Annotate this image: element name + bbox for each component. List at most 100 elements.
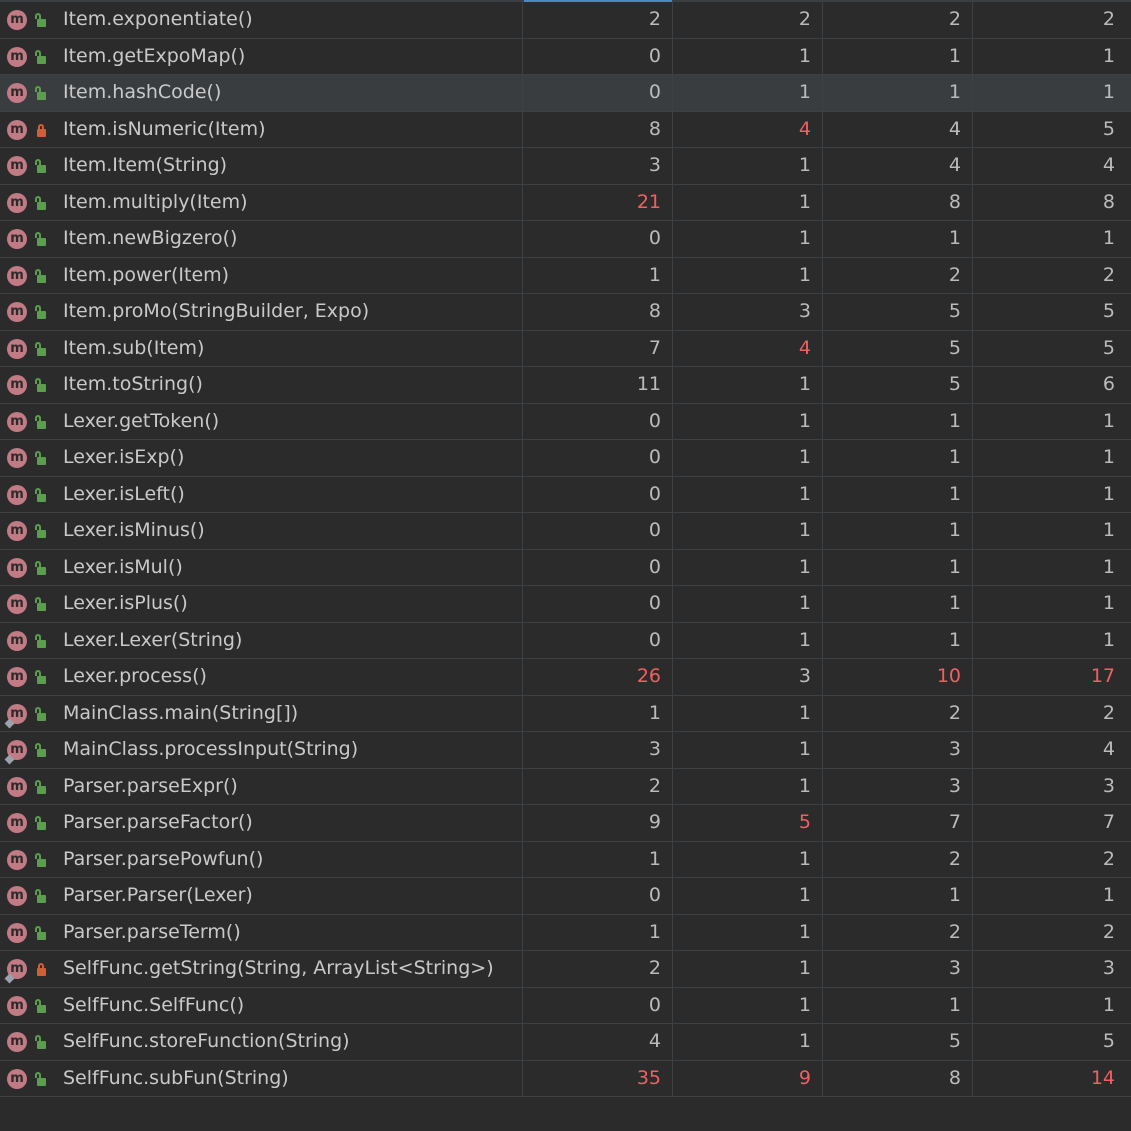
method-name-cell[interactable]: m Lexer.Lexer(String): [0, 622, 523, 658]
metric-value-3: 10: [823, 659, 973, 695]
method-name-cell[interactable]: m Lexer.process(): [0, 659, 523, 695]
method-icon: m: [7, 521, 27, 541]
method-icon: m: [7, 1068, 27, 1089]
method-name-cell[interactable]: m Item.isNumeric(Item): [0, 111, 523, 147]
method-name-cell[interactable]: m Item.hashCode(): [0, 75, 523, 111]
method-name-cell[interactable]: m Parser.parseTerm(): [0, 914, 523, 950]
table-row[interactable]: m Lexer.process() 26 3 10 17: [0, 659, 1131, 696]
metric-value-4: 4: [1102, 738, 1115, 760]
table-row[interactable]: m Item.getExpoMap() 0 1 1 1: [0, 38, 1131, 75]
metric-value-4: 1: [1102, 227, 1115, 249]
method-name-cell[interactable]: m SelfFunc.getString(String, ArrayList<S…: [0, 951, 523, 987]
metric-value-1: 4: [523, 1024, 673, 1060]
metric-value-2: 1: [673, 440, 823, 476]
table-row[interactable]: m Item.isNumeric(Item) 8 4 4 5: [0, 111, 1131, 148]
table-row[interactable]: m Parser.parseFactor() 9 5 7 7: [0, 805, 1131, 842]
metric-value-4: 8: [1102, 190, 1115, 213]
method-name-cell[interactable]: m Parser.parsePowfun(): [0, 841, 523, 877]
table-row[interactable]: m Lexer.isMinus() 0 1 1 1: [0, 513, 1131, 550]
method-name-cell[interactable]: m Parser.Parser(Lexer): [0, 878, 523, 914]
table-row[interactable]: m Lexer.Lexer(String) 0 1 1 1: [0, 622, 1131, 659]
table-row[interactable]: m Parser.Parser(Lexer) 0 1 1 1: [0, 878, 1131, 915]
method-name-cell[interactable]: m Lexer.isMinus(): [0, 513, 523, 549]
method-name-cell[interactable]: m SelfFunc.subFun(String): [0, 1060, 523, 1096]
table-row[interactable]: m MainClass.main(String[]) 1 1 2 2: [0, 695, 1131, 732]
metric-value-1: 2: [523, 768, 673, 804]
table-row[interactable]: m Item.toString() 11 1 5 6: [0, 367, 1131, 404]
metric-value-3: 1: [823, 403, 973, 439]
method-name-cell[interactable]: m MainClass.main(String[]): [0, 695, 523, 731]
table-row[interactable]: m Parser.parsePowfun() 1 1 2 2: [0, 841, 1131, 878]
metric-value-1: 2: [523, 2, 673, 38]
method-icon: m: [7, 776, 27, 797]
metric-value-2: 9: [673, 1060, 823, 1096]
table-row[interactable]: m Item.power(Item) 1 1 2 2: [0, 257, 1131, 294]
metric-value-3: 4: [823, 111, 973, 147]
table-row[interactable]: m SelfFunc.subFun(String) 35 9 8 14: [0, 1060, 1131, 1097]
table-row[interactable]: m MainClass.processInput(String) 3 1 3 4: [0, 732, 1131, 769]
method-name: Item.multiply(Item): [63, 190, 248, 213]
table-row[interactable]: m Item.sub(Item) 7 4 5 5: [0, 330, 1131, 367]
table-row[interactable]: m SelfFunc.storeFunction(String) 4 1 5 5: [0, 1024, 1131, 1061]
method-icon: m: [7, 886, 27, 906]
method-name: Lexer.getToken(): [63, 409, 220, 432]
method-name-cell[interactable]: m Item.sub(Item): [0, 330, 523, 366]
method-name-cell[interactable]: m Item.newBigzero(): [0, 221, 523, 257]
method-name-cell[interactable]: m MainClass.processInput(String): [0, 732, 523, 768]
table-row[interactable]: m Item.Item(String) 3 1 4 4: [0, 148, 1131, 185]
metric-value-3: 2: [823, 841, 973, 877]
method-name-cell[interactable]: m Item.getExpoMap(): [0, 38, 523, 74]
table-row[interactable]: m Item.exponentiate() 2 2 2 2: [0, 2, 1131, 39]
table-row[interactable]: m SelfFunc.getString(String, ArrayList<S…: [0, 951, 1131, 988]
metric-value-3: 1: [823, 38, 973, 74]
method-name-cell[interactable]: m Item.Item(String): [0, 148, 523, 184]
table-row[interactable]: m SelfFunc.SelfFunc() 0 1 1 1: [0, 987, 1131, 1024]
metric-value-3: 1: [823, 513, 973, 549]
method-icon: m: [7, 156, 27, 176]
table-row[interactable]: m Parser.parseTerm() 1 1 2 2: [0, 914, 1131, 951]
method-name-cell[interactable]: m Item.proMo(StringBuilder, Expo): [0, 294, 523, 330]
method-name-cell[interactable]: m Lexer.getToken(): [0, 403, 523, 439]
method-name-cell[interactable]: m Item.power(Item): [0, 257, 523, 293]
metric-value-3: 5: [823, 330, 973, 366]
method-name-cell[interactable]: m Lexer.isLeft(): [0, 476, 523, 512]
method-name-cell[interactable]: m Lexer.isExp(): [0, 440, 523, 476]
metric-value-4: 2: [1102, 263, 1115, 286]
method-name-cell[interactable]: m SelfFunc.storeFunction(String): [0, 1024, 523, 1060]
method-name-cell[interactable]: m Lexer.isPlus(): [0, 586, 523, 622]
metric-value-2: 4: [673, 330, 823, 366]
method-name-cell[interactable]: m Parser.parseExpr(): [0, 768, 523, 804]
unlocked-icon: [35, 706, 47, 722]
metric-value-3: 1: [823, 586, 973, 622]
table-row[interactable]: m Item.proMo(StringBuilder, Expo) 8 3 5 …: [0, 294, 1131, 331]
table-row[interactable]: m Item.newBigzero() 0 1 1 1: [0, 221, 1131, 258]
method-name-cell[interactable]: m Item.multiply(Item): [0, 184, 523, 220]
table-row[interactable]: m Lexer.getToken() 0 1 1 1: [0, 403, 1131, 440]
method-icon: m: [7, 484, 27, 505]
unlocked-icon: [35, 743, 47, 758]
metric-value-4: 2: [1102, 701, 1115, 724]
table-row[interactable]: m Lexer.isMul() 0 1 1 1: [0, 549, 1131, 586]
method-name-cell[interactable]: m Item.toString(): [0, 367, 523, 403]
table-row[interactable]: m Item.multiply(Item) 21 1 8 8: [0, 184, 1131, 221]
metric-value-2: 1: [673, 403, 823, 439]
metric-value-2: 1: [673, 75, 823, 111]
table-row[interactable]: m Lexer.isPlus() 0 1 1 1: [0, 586, 1131, 623]
table-row[interactable]: m Lexer.isLeft() 0 1 1 1: [0, 476, 1131, 513]
table-row[interactable]: m Item.hashCode() 0 1 1 1: [0, 75, 1131, 112]
method-name: Parser.parseFactor(): [63, 811, 253, 833]
unlocked-icon: [35, 524, 47, 539]
method-icon: m: [7, 119, 27, 140]
method-name-cell[interactable]: m Lexer.isMul(): [0, 549, 523, 585]
metric-value-4: 1: [1102, 44, 1115, 67]
metric-value-3: 1: [823, 878, 973, 914]
table-row[interactable]: m Lexer.isExp() 0 1 1 1: [0, 440, 1131, 477]
method-name-cell[interactable]: m Item.exponentiate(): [0, 2, 523, 38]
method-name-cell[interactable]: m Parser.parseFactor(): [0, 805, 523, 841]
metric-value-4: 1: [1102, 993, 1115, 1016]
metric-value-2: 1: [673, 1024, 823, 1060]
method-name-cell[interactable]: m SelfFunc.SelfFunc(): [0, 987, 523, 1023]
table-row[interactable]: m Parser.parseExpr() 2 1 3 3: [0, 768, 1131, 805]
metric-value-3: 2: [823, 257, 973, 293]
unlocked-icon: [35, 378, 47, 393]
